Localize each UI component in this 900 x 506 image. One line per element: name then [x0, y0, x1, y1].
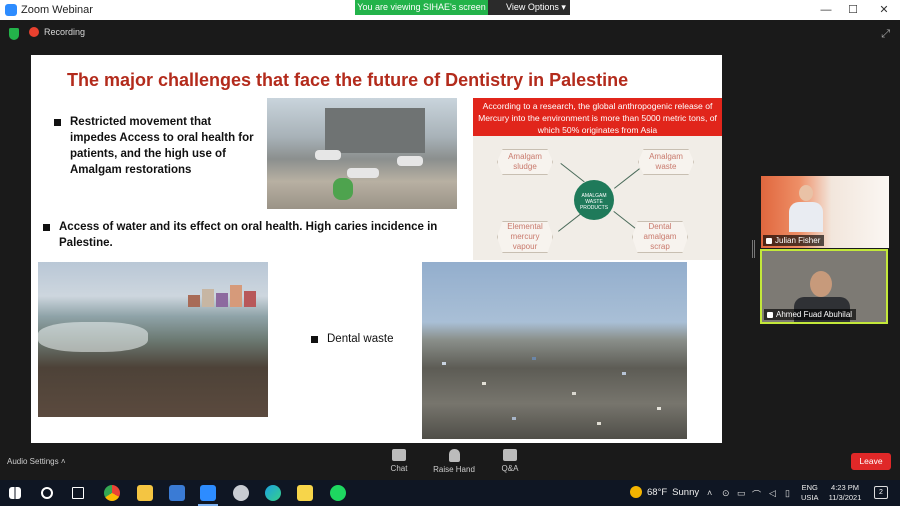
viewing-screen-label: You are viewing SIHAE's screen [355, 0, 488, 15]
language-indicator[interactable]: ENG USIA [801, 483, 819, 503]
bullet-text: Dental waste [327, 333, 394, 345]
audio-settings-label: Audio Settings [7, 457, 59, 466]
zoom-app-icon [5, 4, 17, 16]
panel-resize-handle[interactable] [752, 240, 755, 258]
start-icon[interactable] [9, 487, 21, 499]
raise-hand-button[interactable]: Raise Hand [429, 449, 479, 474]
maximize-icon[interactable]: ☐ [845, 2, 861, 18]
screen-share-banner: You are viewing SIHAE's screen View Opti… [355, 0, 570, 15]
spotify-icon[interactable] [330, 485, 346, 501]
bullet-marker [311, 336, 318, 343]
tray-chevron-icon[interactable]: ˄ [707, 488, 712, 498]
participant-name-tag: Ahmed Fuad Abuhilal [764, 309, 857, 320]
participant-name: Julian Fisher [775, 236, 821, 245]
bullet-text: Access of water and its effect on oral h… [59, 221, 438, 249]
app-icon[interactable] [233, 485, 249, 501]
task-view-icon[interactable] [72, 487, 84, 499]
bullet-access-water: Access of water and its effect on oral h… [43, 219, 454, 251]
bullet-marker [43, 224, 50, 231]
pin-icon [767, 311, 773, 318]
language-region: USIA [801, 493, 819, 502]
meeting-controls-bar: Audio Settings ˄ Chat Raise Hand Q&A Lea… [0, 446, 900, 480]
clock-date: 11/3/2021 [828, 493, 862, 502]
battery-icon[interactable]: ▯ [785, 488, 790, 499]
file-explorer-icon[interactable] [137, 485, 153, 501]
security-shield-icon[interactable] [9, 28, 19, 40]
sun-icon [630, 486, 642, 498]
volume-icon[interactable]: ◁ [769, 488, 776, 499]
view-options-label: View Options [506, 2, 559, 12]
weather-widget[interactable]: 68°F Sunny [630, 486, 699, 498]
participant-tile-julian[interactable]: Julian Fisher [761, 176, 889, 248]
garbage-dump-photo [422, 262, 687, 439]
chevron-up-icon: ˄ [60, 457, 66, 466]
amalgam-waste-hub: AMALGAM WASTE PRODUCTS [574, 180, 614, 220]
notifications-icon[interactable]: 2 [874, 486, 888, 499]
raise-hand-label: Raise Hand [433, 465, 475, 474]
qa-label: Q&A [501, 464, 519, 473]
search-icon[interactable] [41, 487, 53, 499]
bullet-restricted-movement: Restricted movement that impedes Access … [54, 114, 260, 178]
recording-icon [29, 27, 39, 37]
window-title: Zoom Webinar [21, 4, 93, 16]
edge-icon[interactable] [265, 485, 281, 501]
windows-taskbar: 68°F Sunny ˄ ⊙ ▭ ⌒ ◁ ▯ ENG USIA 4:23 PM … [0, 480, 900, 506]
participant-tile-ahmed[interactable]: Ahmed Fuad Abuhilal [760, 249, 888, 324]
chat-button[interactable]: Chat [374, 449, 424, 473]
sticky-notes-icon[interactable] [297, 485, 313, 501]
participant-name-tag: Julian Fisher [763, 235, 825, 246]
node-elemental-mercury: Elemental mercury vapour [497, 221, 553, 253]
zoom-taskbar-icon[interactable] [200, 485, 216, 501]
view-options-button[interactable]: View Options ▾ [488, 0, 570, 15]
qa-button[interactable]: Q&A [485, 449, 535, 473]
node-dental-amalgam-scrap: Dental amalgam scrap [632, 221, 688, 253]
tray-device-icon[interactable]: ▭ [737, 488, 746, 499]
recording-indicator[interactable]: Recording [29, 27, 85, 37]
mercury-research-note: According to a research, the global anth… [473, 98, 722, 136]
pin-icon [766, 237, 772, 244]
polluted-coast-photo [38, 262, 268, 417]
weather-temp: 68°F [647, 486, 668, 498]
close-icon[interactable]: ✕ [876, 2, 892, 18]
chrome-icon[interactable] [104, 485, 120, 501]
mercury-info-panel: According to a research, the global anth… [473, 98, 722, 260]
chat-icon [392, 449, 406, 461]
chat-label: Chat [390, 464, 408, 473]
weather-condition: Sunny [672, 486, 700, 498]
node-amalgam-waste: Amalgam waste [638, 149, 694, 175]
node-amalgam-sludge: Amalgam sludge [497, 149, 553, 175]
minimize-icon[interactable]: — [818, 2, 834, 18]
store-icon[interactable] [169, 485, 185, 501]
audio-settings-button[interactable]: Audio Settings ˄ [7, 457, 66, 466]
tray-app-icon[interactable]: ⊙ [722, 488, 730, 499]
bullet-marker [54, 119, 61, 126]
shared-screen-slide: The major challenges that face the futur… [31, 55, 722, 443]
title-bar: Zoom Webinar You are viewing SIHAE's scr… [0, 0, 900, 20]
street-wall-photo [267, 98, 457, 209]
bullet-dental-waste: Dental waste [311, 331, 417, 347]
slide-title: The major challenges that face the futur… [67, 70, 629, 90]
system-clock[interactable]: 4:23 PM 11/3/2021 [826, 483, 864, 503]
qa-icon [503, 449, 517, 461]
meeting-top-bar: Recording ⤢ [0, 20, 900, 48]
language-code: ENG [801, 483, 818, 492]
network-icon[interactable]: ⌒ [752, 488, 761, 501]
fullscreen-icon[interactable]: ⤢ [881, 28, 890, 41]
leave-button[interactable]: Leave [851, 453, 891, 470]
participant-name: Ahmed Fuad Abuhilal [776, 310, 853, 319]
recording-label: Recording [44, 27, 86, 37]
bullet-text: Restricted movement that impedes Access … [70, 116, 254, 176]
zoom-window: Zoom Webinar You are viewing SIHAE's scr… [0, 0, 900, 506]
hand-icon [448, 449, 460, 462]
clock-time: 4:23 PM [831, 483, 859, 492]
